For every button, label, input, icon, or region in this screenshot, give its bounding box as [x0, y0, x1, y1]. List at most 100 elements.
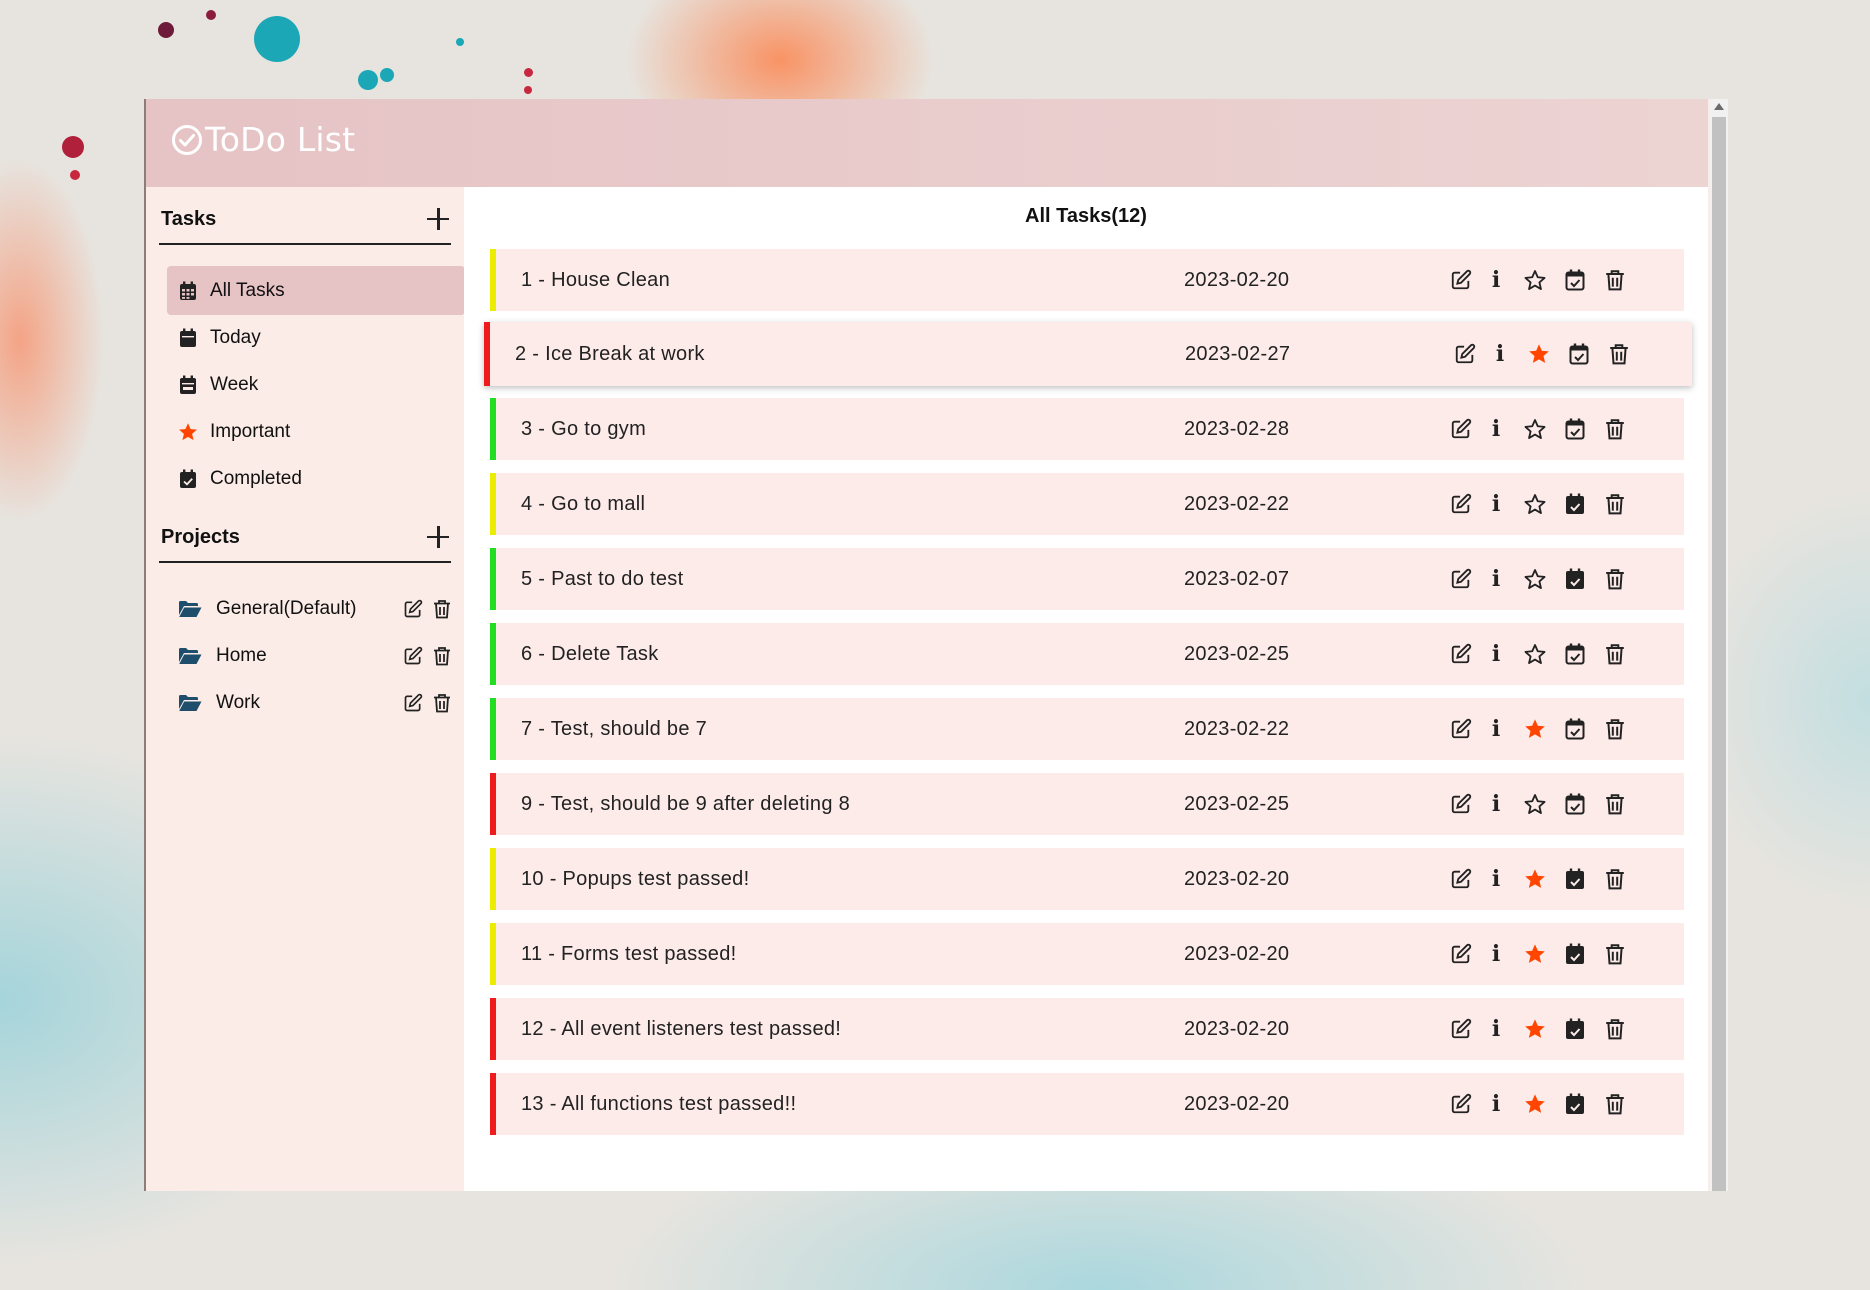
trash-icon[interactable]	[1604, 567, 1626, 591]
edit-icon[interactable]	[1450, 268, 1472, 292]
tasks-section-header: Tasks	[159, 195, 451, 245]
trash-icon[interactable]	[433, 693, 451, 713]
nav-week[interactable]: Week	[167, 360, 465, 409]
calendar-check-icon[interactable]	[1568, 342, 1590, 366]
edit-icon[interactable]	[1450, 792, 1472, 816]
scrollbar[interactable]	[1710, 99, 1728, 1191]
calendar-check-filled-icon[interactable]	[1564, 1017, 1586, 1041]
trash-icon[interactable]	[1604, 942, 1626, 966]
project-item-general[interactable]: General(Default)	[167, 586, 453, 632]
calendar-check-icon[interactable]	[1564, 268, 1586, 292]
nav-completed[interactable]: Completed	[167, 454, 465, 503]
task-row[interactable]: 4 - Go to mall 2023-02-22 i	[490, 473, 1684, 535]
trash-icon[interactable]	[1604, 792, 1626, 816]
trash-icon[interactable]	[1604, 867, 1626, 891]
edit-icon[interactable]	[1450, 867, 1472, 891]
calendar-day-icon	[178, 328, 198, 348]
info-icon[interactable]: i	[1490, 941, 1502, 967]
calendar-check-icon[interactable]	[1564, 717, 1586, 741]
info-icon[interactable]: i	[1490, 866, 1502, 892]
edit-icon[interactable]	[403, 646, 423, 666]
star-filled-icon[interactable]	[1524, 1092, 1546, 1116]
edit-icon[interactable]	[1450, 942, 1472, 966]
calendar-check-filled-icon[interactable]	[1564, 492, 1586, 516]
nav-important[interactable]: Important	[167, 407, 465, 456]
info-icon[interactable]: i	[1490, 1091, 1502, 1117]
edit-icon[interactable]	[1450, 1092, 1472, 1116]
trash-icon[interactable]	[1604, 492, 1626, 516]
trash-icon[interactable]	[1604, 717, 1626, 741]
info-icon[interactable]: i	[1490, 716, 1502, 742]
scrollbar-thumb[interactable]	[1712, 117, 1726, 1191]
project-item-home[interactable]: Home	[167, 633, 453, 679]
add-project-button[interactable]	[425, 524, 451, 550]
trash-icon[interactable]	[433, 599, 451, 619]
info-icon[interactable]: i	[1490, 791, 1502, 817]
info-icon[interactable]: i	[1494, 341, 1506, 367]
star-filled-icon[interactable]	[1524, 1017, 1546, 1041]
star-icon[interactable]	[1524, 417, 1546, 441]
star-icon[interactable]	[1524, 567, 1546, 591]
trash-icon[interactable]	[1604, 1092, 1626, 1116]
nav-today[interactable]: Today	[167, 313, 465, 362]
task-title: 9 - Test, should be 9 after deleting 8	[521, 792, 851, 815]
page-title: All Tasks(12)	[1025, 205, 1147, 227]
edit-icon[interactable]	[1450, 717, 1472, 741]
calendar-check-icon[interactable]	[1564, 792, 1586, 816]
task-due-date: 2023-02-20	[1184, 1017, 1290, 1040]
calendar-check-filled-icon[interactable]	[1564, 567, 1586, 591]
calendar-check-filled-icon[interactable]	[1564, 942, 1586, 966]
edit-icon[interactable]	[1450, 1017, 1472, 1041]
edit-icon[interactable]	[1450, 642, 1472, 666]
task-row[interactable]: 6 - Delete Task 2023-02-25 i	[490, 623, 1684, 685]
task-title: 3 - Go to gym	[521, 417, 647, 440]
trash-icon[interactable]	[1604, 642, 1626, 666]
edit-icon[interactable]	[403, 693, 423, 713]
star-filled-icon[interactable]	[1524, 942, 1546, 966]
info-icon[interactable]: i	[1490, 1016, 1502, 1042]
add-task-button[interactable]	[425, 206, 451, 232]
trash-icon[interactable]	[1604, 417, 1626, 441]
task-row[interactable]: 7 - Test, should be 7 2023-02-22 i	[490, 698, 1684, 760]
calendar-check-filled-icon[interactable]	[1564, 867, 1586, 891]
edit-icon[interactable]	[1450, 417, 1472, 441]
task-title: 11 - Forms test passed!	[521, 942, 737, 965]
info-icon[interactable]: i	[1490, 267, 1502, 293]
trash-icon[interactable]	[1604, 268, 1626, 292]
nav-label: Completed	[210, 467, 302, 489]
calendar-check-icon[interactable]	[1564, 642, 1586, 666]
star-icon[interactable]	[1524, 792, 1546, 816]
calendar-check-filled-icon[interactable]	[1564, 1092, 1586, 1116]
task-row[interactable]: 12 - All event listeners test passed! 202…	[490, 998, 1684, 1060]
info-icon[interactable]: i	[1490, 491, 1502, 517]
task-row[interactable]: 2 - Ice Break at work 2023-02-27 i	[484, 322, 1692, 386]
edit-icon[interactable]	[1450, 492, 1472, 516]
trash-icon[interactable]	[1608, 342, 1630, 366]
task-row[interactable]: 10 - Popups test passed! 2023-02-20 i	[490, 848, 1684, 910]
trash-icon[interactable]	[433, 646, 451, 666]
task-actions: i	[1450, 1016, 1644, 1042]
info-icon[interactable]: i	[1490, 566, 1502, 592]
star-icon[interactable]	[1524, 642, 1546, 666]
task-row[interactable]: 5 - Past to do test 2023-02-07 i	[490, 548, 1684, 610]
task-row[interactable]: 13 - All functions test passed!! 2023-02-…	[490, 1073, 1684, 1135]
star-icon[interactable]	[1524, 268, 1546, 292]
star-filled-icon[interactable]	[1528, 342, 1550, 366]
edit-icon[interactable]	[403, 599, 423, 619]
task-row[interactable]: 3 - Go to gym 2023-02-28 i	[490, 398, 1684, 460]
task-row[interactable]: 11 - Forms test passed! 2023-02-20 i	[490, 923, 1684, 985]
scroll-up-arrow[interactable]	[1714, 103, 1724, 110]
info-icon[interactable]: i	[1490, 641, 1502, 667]
task-row[interactable]: 1 - House Clean 2023-02-20 i	[490, 249, 1684, 311]
star-filled-icon[interactable]	[1524, 867, 1546, 891]
edit-icon[interactable]	[1450, 567, 1472, 591]
info-icon[interactable]: i	[1490, 416, 1502, 442]
trash-icon[interactable]	[1604, 1017, 1626, 1041]
star-filled-icon[interactable]	[1524, 717, 1546, 741]
calendar-check-icon[interactable]	[1564, 417, 1586, 441]
edit-icon[interactable]	[1454, 342, 1476, 366]
project-item-work[interactable]: Work	[167, 680, 453, 726]
nav-all-tasks[interactable]: All Tasks	[167, 266, 465, 315]
task-row[interactable]: 9 - Test, should be 9 after deleting 8 20…	[490, 773, 1684, 835]
star-icon[interactable]	[1524, 492, 1546, 516]
